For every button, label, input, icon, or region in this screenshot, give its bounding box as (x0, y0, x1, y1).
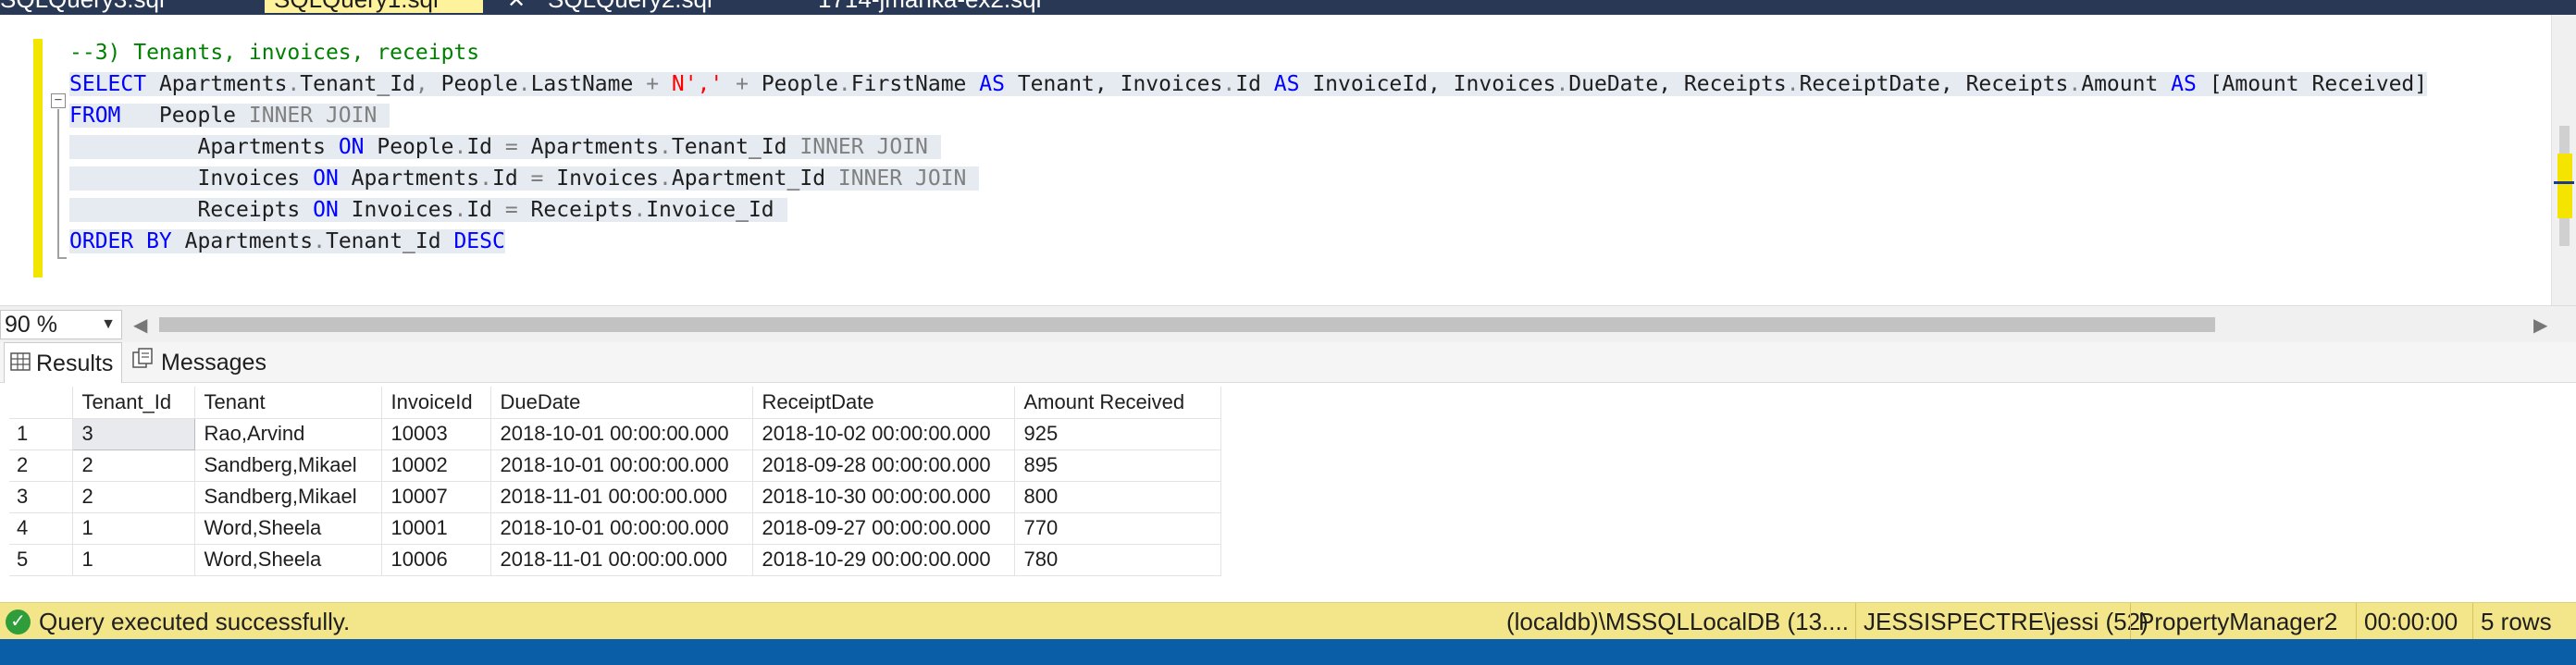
row-number-header[interactable] (9, 387, 73, 419)
tab-messages[interactable]: Messages (128, 342, 266, 383)
table-row[interactable]: 1 3 Rao,Arvind 10003 2018-10-01 00:00:00… (9, 417, 1221, 450)
query-editor[interactable]: − --3) Tenants, invoices, receipts SELEC… (0, 15, 2576, 305)
row-number[interactable]: 4 (9, 512, 73, 545)
column-header[interactable]: Amount Received (1014, 387, 1221, 419)
change-tracking-bar (33, 39, 43, 277)
code-line-join-receipts: Receipts ON Invoices.Id = Receipts.Invoi… (69, 194, 787, 226)
status-row-count: 5 rows (2472, 603, 2552, 640)
status-server: (localdb)\MSSQLLocalDB (13.... (1506, 608, 1849, 635)
grid-cell[interactable]: 10001 (381, 512, 491, 545)
grid-cell[interactable]: 10002 (381, 449, 491, 482)
query-status-bar: ✓ Query executed successfully. (localdb)… (0, 602, 2576, 640)
row-number[interactable]: 3 (9, 481, 73, 513)
grid-cell[interactable]: 1 (72, 512, 195, 545)
column-header[interactable]: Tenant_Id (72, 387, 195, 419)
grid-cell[interactable]: 2 (72, 449, 195, 482)
status-user: JESSISPECTRE\jessi (52) (1855, 603, 2149, 640)
ssms-window: SQLQuery3.sql SQLQuery1.sql ✕ SQLQuery2.… (0, 0, 2576, 665)
zoom-dropdown[interactable]: 90 % ▼ (0, 310, 122, 339)
column-header[interactable]: DueDate (490, 387, 753, 419)
grid-cell[interactable]: 800 (1014, 481, 1221, 513)
tab-sqlquery2[interactable]: SQLQuery2.sql (548, 0, 712, 13)
document-tab-strip: SQLQuery3.sql SQLQuery1.sql ✕ SQLQuery2.… (0, 0, 2576, 15)
outline-line (57, 109, 59, 259)
code-line-select: SELECT Apartments.Tenant_Id, People.Last… (69, 72, 2428, 96)
grid-cell[interactable]: 10007 (381, 481, 491, 513)
table-row[interactable]: 4 1 Word,Sheela 10001 2018-10-01 00:00:0… (9, 512, 1221, 545)
row-number[interactable]: 1 (9, 418, 73, 450)
code-line-join-apartments: Apartments ON People.Id = Apartments.Ten… (69, 131, 941, 163)
table-row[interactable]: 2 2 Sandberg,Mikael 10002 2018-10-01 00:… (9, 449, 1221, 482)
table-row[interactable]: 5 1 Word,Sheela 10006 2018-11-01 00:00:0… (9, 544, 1221, 576)
results-grid[interactable]: Tenant_Id Tenant InvoiceId DueDate Recei… (9, 387, 1221, 576)
grid-cell[interactable]: 2018-10-01 00:00:00.000 (490, 418, 753, 450)
horizontal-scroll-thumb[interactable] (159, 317, 2215, 332)
grid-cell[interactable]: 2018-10-30 00:00:00.000 (752, 481, 1015, 513)
grid-cell[interactable]: 925 (1014, 418, 1221, 450)
grid-cell[interactable]: Rao,Arvind (194, 418, 382, 450)
column-header[interactable]: Tenant (194, 387, 382, 419)
grid-cell[interactable]: 2 (72, 481, 195, 513)
grid-cell[interactable]: 2018-09-28 00:00:00.000 (752, 449, 1015, 482)
caret-marker (2554, 181, 2574, 184)
tab-sqlquery1[interactable]: SQLQuery1.sql (265, 0, 483, 13)
editor-vertical-scrollbar[interactable] (2551, 15, 2576, 305)
tab-messages-label: Messages (161, 350, 266, 376)
success-check-icon: ✓ (6, 610, 31, 634)
grid-cell[interactable]: Sandberg,Mikael (194, 449, 382, 482)
grid-cell[interactable]: Word,Sheela (194, 544, 382, 576)
scroll-left-icon[interactable]: ◀ (133, 314, 147, 337)
grid-header-row: Tenant_Id Tenant InvoiceId DueDate Recei… (9, 387, 1221, 419)
code-comment-line: --3) Tenants, invoices, receipts (69, 41, 480, 65)
dropdown-caret-icon: ▼ (101, 316, 116, 332)
code-line-order-by: ORDER BY Apartments.Tenant_Id DESC (69, 229, 505, 253)
row-number[interactable]: 2 (9, 449, 73, 482)
grid-cell[interactable]: 780 (1014, 544, 1221, 576)
tab-results-label: Results (36, 351, 114, 376)
status-elapsed-time: 00:00:00 (2356, 603, 2458, 640)
column-header[interactable]: ReceiptDate (752, 387, 1015, 419)
table-row[interactable]: 3 2 Sandberg,Mikael 10007 2018-11-01 00:… (9, 481, 1221, 513)
status-database: PropertyManager2 (2130, 603, 2337, 640)
grid-cell[interactable]: 770 (1014, 512, 1221, 545)
grid-cell[interactable]: 895 (1014, 449, 1221, 482)
grid-cell[interactable]: 2018-10-01 00:00:00.000 (490, 449, 753, 482)
tab-1714-jmanka-ex2[interactable]: 1714-jmanka-ex2.sql (818, 0, 1041, 13)
messages-icon (131, 343, 155, 384)
status-message: Query executed successfully. (39, 608, 351, 635)
row-number[interactable]: 5 (9, 544, 73, 576)
change-marker (2557, 154, 2572, 218)
collapse-toggle[interactable]: − (51, 93, 66, 108)
grid-cell[interactable]: Sandberg,Mikael (194, 481, 382, 513)
outline-end (57, 257, 67, 259)
tab-sqlquery3[interactable]: SQLQuery3.sql (0, 0, 165, 13)
close-icon[interactable]: ✕ (507, 0, 526, 14)
tab-results[interactable]: Results (4, 342, 122, 383)
scroll-right-icon[interactable]: ▶ (2533, 314, 2547, 337)
code-line-from: FROM People INNER JOIN (69, 100, 390, 131)
grid-cell-selected[interactable]: 3 (71, 417, 195, 450)
grid-cell[interactable]: 2018-09-27 00:00:00.000 (752, 512, 1015, 545)
zoom-scroll-bar: 90 % ▼ ◀ ▶ (0, 305, 2576, 342)
grid-cell[interactable]: Word,Sheela (194, 512, 382, 545)
grid-cell[interactable]: 2018-11-01 00:00:00.000 (490, 544, 753, 576)
zoom-value: 90 % (5, 312, 57, 338)
grid-cell[interactable]: 10003 (381, 418, 491, 450)
grid-cell[interactable]: 2018-10-02 00:00:00.000 (752, 418, 1015, 450)
grid-cell[interactable]: 2018-11-01 00:00:00.000 (490, 481, 753, 513)
grid-cell[interactable]: 1 (72, 544, 195, 576)
grid-icon (10, 344, 31, 385)
grid-cell[interactable]: 10006 (381, 544, 491, 576)
results-tab-bar: Results Messages (0, 342, 2576, 383)
app-status-strip (0, 639, 2576, 665)
code-line-join-invoices: Invoices ON Apartments.Id = Invoices.Apa… (69, 163, 980, 194)
grid-cell[interactable]: 2018-10-01 00:00:00.000 (490, 512, 753, 545)
grid-cell[interactable]: 2018-10-29 00:00:00.000 (752, 544, 1015, 576)
column-header[interactable]: InvoiceId (381, 387, 491, 419)
